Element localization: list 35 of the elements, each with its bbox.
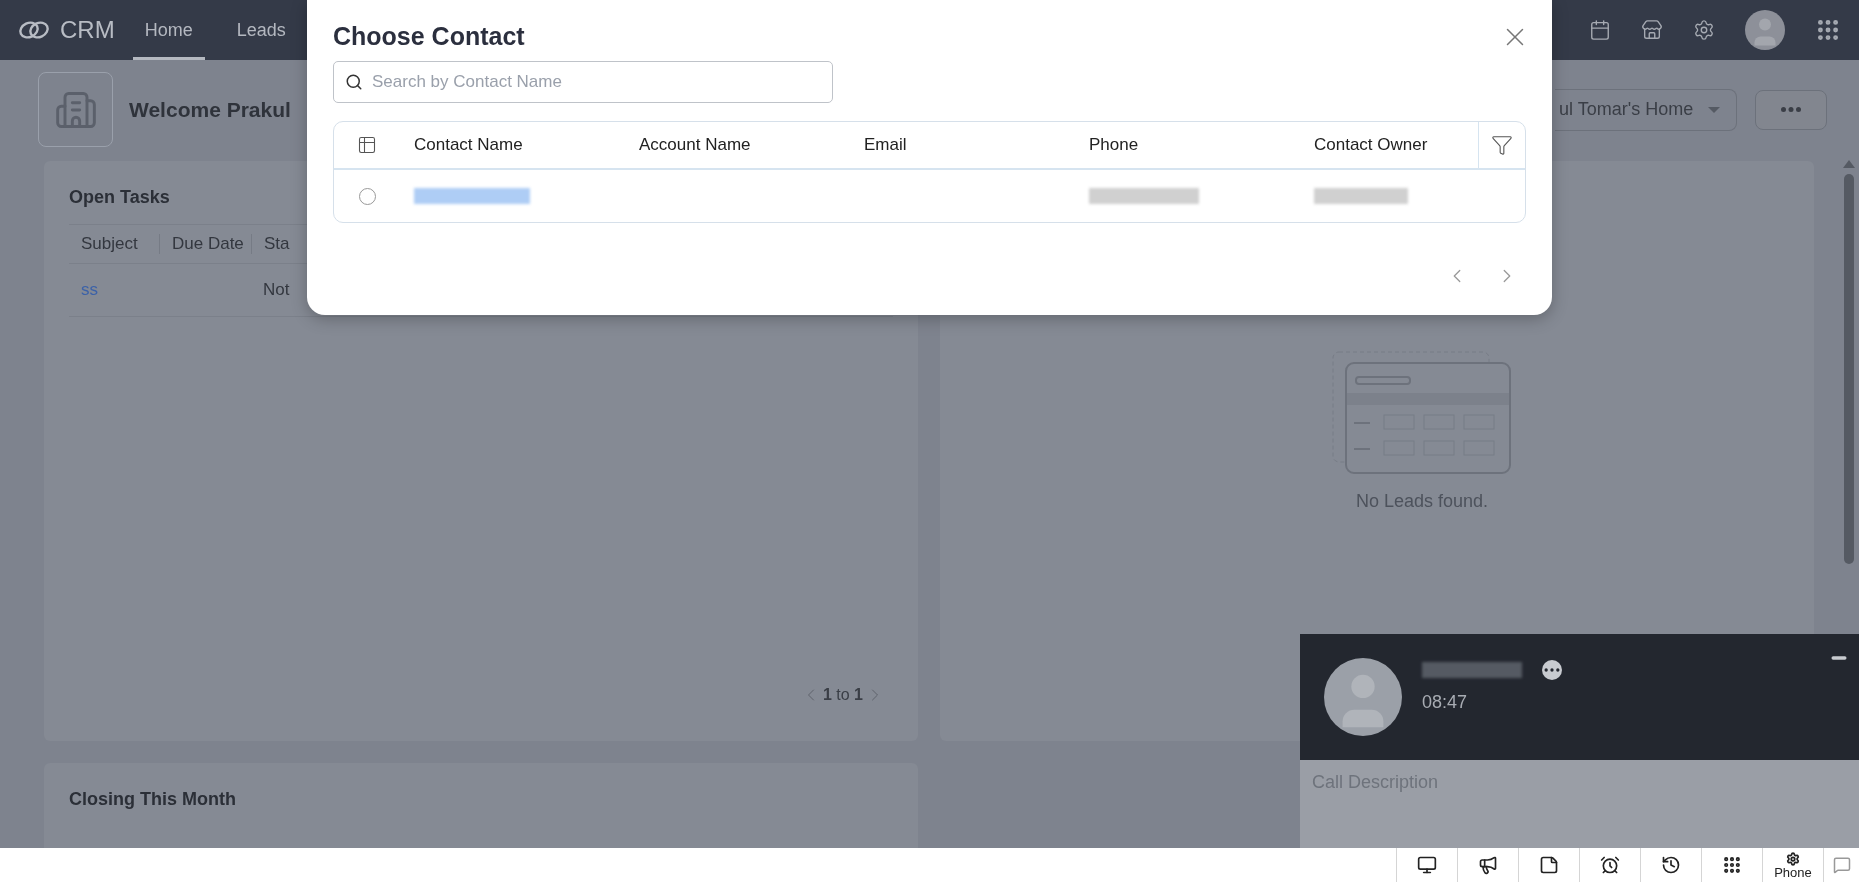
column-header: Contact Name [413, 135, 524, 155]
column-header: Contact Owner [1313, 135, 1429, 155]
store-icon[interactable] [1641, 19, 1663, 41]
caret-icon [1708, 106, 1720, 113]
column-header: Due Date [159, 234, 251, 254]
column-header: Account Name [638, 135, 752, 155]
empty-message: No Leads found. [1355, 490, 1489, 512]
more-icon [1781, 107, 1801, 112]
nav-tab[interactable]: Home [132, 0, 205, 60]
more-icon[interactable] [1542, 660, 1562, 680]
column-header: Phone [1088, 135, 1140, 155]
column-header: Subject [80, 234, 139, 254]
gear-icon [1786, 851, 1800, 866]
call-timer: 08:47 [1422, 692, 1469, 713]
search-icon [345, 73, 363, 91]
calendar-icon[interactable] [1589, 19, 1611, 41]
settings-icon[interactable] [1693, 19, 1715, 41]
welcome-title: Welcome Prakul [129, 97, 291, 122]
task-status: Not [262, 280, 291, 300]
card-title: Open Tasks [69, 187, 170, 208]
search-field[interactable]: Search by Contact Name [333, 61, 833, 103]
scrollbar-thumb[interactable] [1844, 174, 1854, 564]
row-radio[interactable] [358, 187, 376, 205]
user-avatar[interactable] [1745, 10, 1785, 50]
app-name: CRM [60, 16, 115, 44]
card-title: Closing This Month [69, 789, 236, 810]
column-chooser-icon[interactable] [357, 135, 377, 155]
logo-icon [18, 20, 50, 40]
building-icon [38, 72, 113, 147]
apps-grid-icon[interactable] [1815, 17, 1841, 43]
filter-icon [1490, 134, 1513, 156]
dialog-title: Choose Contact [333, 22, 525, 51]
column-header: Email [863, 135, 908, 155]
page-range: 1 to 1 [822, 686, 863, 704]
nav-tab[interactable]: Leads [224, 0, 298, 60]
